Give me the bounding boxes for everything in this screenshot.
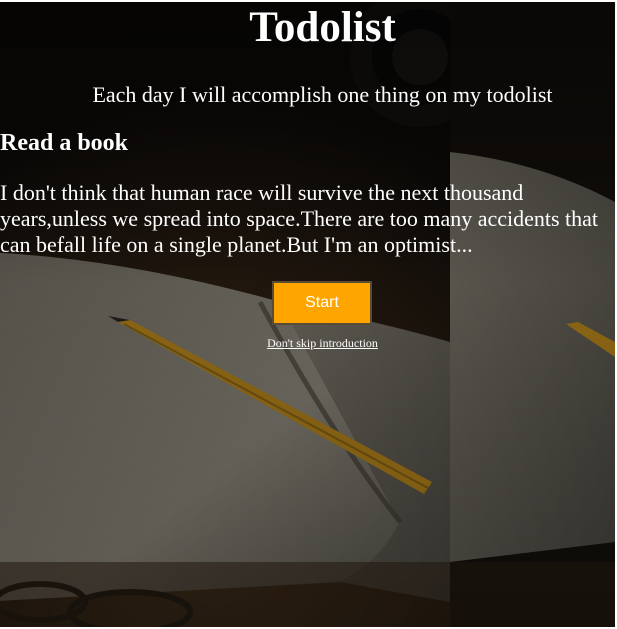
page-title: Todolist — [249, 4, 396, 51]
page: Todolist Each day I will accomplish one … — [0, 0, 617, 629]
start-button[interactable]: Start — [272, 281, 372, 325]
page-subtitle: Each day I will accomplish one thing on … — [92, 82, 553, 107]
task-description: I don't think that human race will survi… — [0, 180, 599, 257]
task-title: Read a book — [0, 130, 129, 156]
dont-skip-introduction-link[interactable]: Don't skip introduction — [0, 336, 617, 350]
